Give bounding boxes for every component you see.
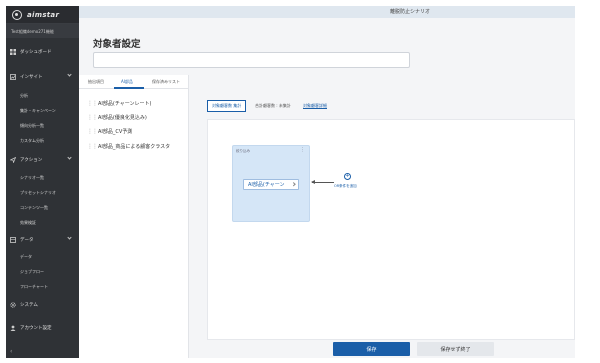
total-customer-count: 合計顧客数 : 未集計 — [255, 103, 291, 108]
exit-without-saving-button[interactable]: 保存せず終了 — [417, 342, 494, 356]
tab-saved-lists[interactable]: 保存済みリスト — [152, 79, 180, 85]
list-item[interactable]: ⋮⋮ AI部品(チャーンレート) — [87, 97, 187, 110]
filter-group-label: 絞り込み — [236, 149, 250, 153]
builder-panel: 対象顧客数 集計 合計顧客数 : 未集計 対象顧客詳細 絞り込み ⋮ AI部品(… — [197, 75, 575, 358]
data-icon — [10, 237, 16, 243]
scenario-title: 離脱防止シナリオ — [390, 9, 431, 15]
sidebar-subitem-data[interactable]: データ — [20, 254, 32, 260]
dashboard-icon — [10, 49, 16, 55]
component-tabs: 抽出項目 AI部品 保存済みリスト — [79, 75, 188, 89]
sidebar-subitem-flowchart[interactable]: フローチャート — [20, 284, 48, 290]
sidebar-subitem-aggregation[interactable]: 集計・キャンペーン — [20, 108, 56, 114]
sidebar-item-label: データ — [20, 238, 34, 243]
sidebar-subitem-trend-list[interactable]: 傾向分析一覧 — [20, 123, 44, 129]
sidebar-subitem-preset-scenario[interactable]: プリセットシナリオ — [20, 190, 56, 196]
chevron-right-icon — [290, 182, 295, 187]
builder-tabs: 対象顧客数 集計 合計顧客数 : 未集計 対象顧客詳細 — [207, 100, 575, 112]
condition-chip[interactable]: AI部品(チャーン — [243, 179, 299, 190]
sidebar-item-system[interactable]: システム — [6, 302, 79, 308]
list-item[interactable]: ⋮⋮ AI部品_商品による顧客クラスタ — [87, 140, 187, 153]
tab-extract-items[interactable]: 抽出項目 — [88, 79, 104, 85]
sidebar-item-label: インサイト — [20, 75, 43, 80]
filter-group[interactable]: 絞り込み ⋮ AI部品(チャーン — [232, 145, 310, 222]
component-label: AI部品(優良化見込み) — [98, 115, 147, 121]
action-icon — [10, 157, 16, 163]
component-label: AI部品_商品による顧客クラスタ — [98, 144, 171, 150]
component-panel: 抽出項目 AI部品 保存済みリスト ⋮⋮ AI部品(チャーンレート) ⋮⋮ AI… — [79, 75, 189, 358]
sidebar-item-account[interactable]: アカウント設定 — [6, 325, 79, 331]
drag-handle-icon[interactable]: ⋮⋮ — [87, 114, 98, 121]
sidebar-item-label: アカウント設定 — [20, 326, 52, 331]
sidebar-subitem-analysis[interactable]: 分析 — [20, 93, 28, 99]
active-tab-indicator — [114, 87, 144, 89]
list-item[interactable]: ⋮⋮ AI部品(優良化見込み) — [87, 111, 187, 124]
page-title: 対象者設定 — [93, 39, 141, 50]
sidebar-item-data[interactable]: データ — [6, 235, 79, 243]
component-label: AI部品(チャーンレート) — [98, 101, 152, 107]
add-condition-label[interactable]: OR条件を追加 — [334, 184, 357, 189]
more-options-icon[interactable]: ⋮ — [300, 147, 305, 153]
target-customer-detail-link[interactable]: 対象顧客詳細 — [299, 100, 331, 112]
tab-ai-components[interactable]: AI部品 — [121, 79, 133, 85]
drag-handle-icon[interactable]: ⋮⋮ — [87, 143, 98, 150]
gear-icon — [10, 302, 16, 308]
connector-arrow-icon — [311, 180, 334, 184]
sidebar-item-insight[interactable]: インサイト — [6, 72, 79, 80]
brand[interactable]: aimstar — [6, 6, 79, 24]
tab-target-count[interactable]: 対象顧客数 集計 — [207, 100, 247, 112]
sidebar-subitem-content-list[interactable]: コンテンツ一覧 — [20, 205, 48, 211]
user-icon — [10, 325, 16, 331]
aimstar-logo-icon — [12, 9, 22, 20]
condition-chip-label: AI部品(チャーン — [248, 182, 285, 188]
add-condition-button[interactable]: + — [344, 173, 351, 180]
sidebar-subitem-effect-verification[interactable]: 効果検証 — [20, 220, 36, 226]
collapse-sidebar-icon[interactable]: ‹ — [10, 348, 12, 355]
sidebar-item-label: アクション — [20, 158, 43, 163]
drag-handle-icon[interactable]: ⋮⋮ — [87, 128, 98, 135]
sidebar-subitem-jobflow[interactable]: ジョブフロー — [20, 269, 44, 275]
chevron-down-icon[interactable] — [67, 235, 72, 240]
target-name-input[interactable] — [93, 52, 410, 68]
top-bar: 離脱防止シナリオ — [79, 6, 575, 18]
chevron-down-icon[interactable] — [67, 72, 72, 77]
sidebar-item-action[interactable]: アクション — [6, 155, 79, 163]
condition-canvas: 絞り込み ⋮ AI部品(チャーン + OR条件を追加 — [207, 119, 575, 340]
chevron-down-icon[interactable] — [67, 155, 72, 160]
component-label: AI部品_CV予測 — [98, 129, 133, 135]
sidebar-item-label: ダッシュボード — [20, 50, 52, 55]
sidebar: aimstar Test組織demo271機能 ダッシュボード インサイト 分析… — [6, 6, 79, 358]
sidebar-item-label: システム — [20, 303, 38, 308]
save-button[interactable]: 保存 — [333, 342, 410, 356]
main-area: 対象者設定 抽出項目 AI部品 保存済みリスト ⋮⋮ AI部品(チャーンレート)… — [79, 18, 575, 358]
brand-name: aimstar — [27, 10, 60, 19]
sidebar-item-dashboard[interactable]: ダッシュボード — [6, 49, 79, 55]
org-name[interactable]: Test組織demo271機能 — [6, 24, 79, 38]
sidebar-subitem-scenario-list[interactable]: シナリオ一覧 — [20, 175, 44, 181]
insight-icon — [10, 74, 16, 80]
sidebar-subitem-custom-analysis[interactable]: カスタム分析 — [20, 138, 44, 144]
drag-handle-icon[interactable]: ⋮⋮ — [87, 100, 98, 107]
list-item[interactable]: ⋮⋮ AI部品_CV予測 — [87, 125, 187, 138]
